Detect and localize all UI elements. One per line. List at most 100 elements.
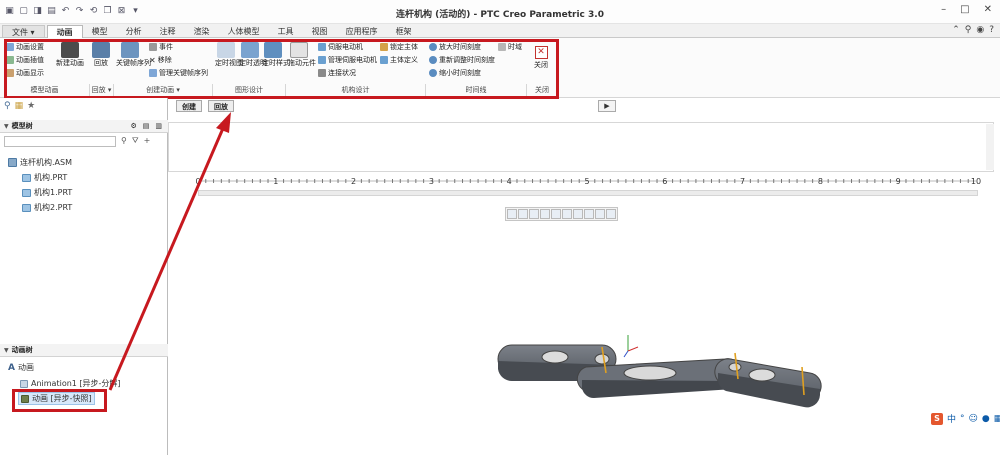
create-button[interactable]: 创建: [176, 100, 202, 112]
servo-icon: [318, 43, 326, 51]
spin-center-icon[interactable]: [595, 209, 605, 219]
tab-animation[interactable]: 动画: [46, 25, 83, 38]
anim-tree-header[interactable]: ▼ 动画树: [0, 344, 168, 357]
punctuation-icon[interactable]: °: [960, 414, 965, 424]
zoom-in-icon[interactable]: [518, 209, 528, 219]
tab-analysis[interactable]: 分析: [117, 25, 151, 38]
timeline-area: 创建 回放 ▶ 0 1 2 3 4 5 6 7 8 9 10: [168, 98, 1000, 201]
timeline-panel: [168, 122, 994, 172]
repaint-icon[interactable]: [540, 209, 550, 219]
tab-view[interactable]: 视图: [303, 25, 337, 38]
snapshot-highlight-box: [12, 389, 107, 412]
drag-component-button[interactable]: 拖动元件: [288, 42, 316, 67]
lock-body-button[interactable]: 锁定主体: [380, 42, 418, 52]
display-style-icon[interactable]: [551, 209, 561, 219]
options-icon[interactable]: ◉: [976, 25, 984, 35]
timed-transparency-button[interactable]: 定时透明: [239, 42, 267, 67]
window-title: 连杆机构 (活动的) - PTC Creo Parametric 3.0: [396, 10, 604, 20]
tree-item-part[interactable]: 机构1.PRT: [22, 187, 72, 198]
manage-servo-icon: [318, 56, 326, 64]
body-definition-button[interactable]: 主体定义: [380, 55, 418, 65]
remove-button[interactable]: ✕ 移除: [149, 55, 172, 65]
timeline-vertical-scrollbar[interactable]: [986, 124, 994, 170]
playback-tab-button[interactable]: 回放: [208, 100, 234, 112]
microphone-icon[interactable]: ●: [982, 414, 990, 424]
readjust-time-button[interactable]: 重新调整时间刻度: [429, 55, 495, 65]
ribbon-panel: 动画设置 动画插值 动画显示 新建动画 回放 关键帧序列 事件 ✕ 移除 管理关键…: [0, 38, 1000, 98]
model-tree-tab-icon[interactable]: ⚲: [4, 101, 11, 111]
anim-tree-root[interactable]: A 动画: [8, 362, 34, 373]
tab-tools[interactable]: 工具: [269, 25, 303, 38]
sogou-logo-icon[interactable]: S: [931, 412, 943, 425]
filter-funnel-icon[interactable]: ⛛: [132, 136, 139, 146]
settings-icon[interactable]: ⚙: [130, 120, 136, 133]
tab-annotate[interactable]: 注释: [151, 25, 185, 38]
filter-icon[interactable]: ▥: [155, 120, 162, 133]
collapse-icon[interactable]: ⌃: [952, 25, 960, 35]
search-icon[interactable]: ⚲: [965, 25, 972, 35]
title-bar: ▣ ▢ ◨ ▤ ↶ ↷ ⟲ ❐ ⊠ ▾ 连杆机构 (活动的) - PTC Cre…: [0, 0, 1000, 24]
timed-style-button[interactable]: 定时样式: [262, 42, 290, 67]
graphics-toolbar: [505, 207, 618, 221]
timeline-horizontal-scrollbar[interactable]: [198, 190, 978, 196]
keyframe-sequence-button[interactable]: 关键帧序列: [116, 42, 151, 67]
anim-tree-item[interactable]: Animation1 [异步-分解]: [20, 378, 121, 389]
anim-settings-button[interactable]: 动画设置: [6, 42, 44, 52]
find-icon[interactable]: ⚲: [121, 136, 127, 146]
timed-style-icon: [264, 42, 282, 58]
favorites-tab-icon[interactable]: ★: [27, 101, 35, 111]
zoom-out-icon[interactable]: [529, 209, 539, 219]
play-button[interactable]: ▶: [598, 100, 616, 112]
view-manager-icon[interactable]: [573, 209, 583, 219]
zoom-in-time-button[interactable]: 放大时间刻度: [429, 42, 481, 52]
animation-root-icon: A: [8, 362, 15, 373]
datum-display-icon[interactable]: [584, 209, 594, 219]
timed-view-button[interactable]: 定时视图: [215, 42, 243, 67]
file-menu[interactable]: 文件 ▾: [2, 25, 45, 38]
connect-status-button[interactable]: 连接状况: [318, 68, 356, 78]
new-animation-button[interactable]: 新建动画: [53, 42, 87, 67]
lock-icon: [380, 43, 388, 51]
tab-model[interactable]: 模型: [83, 25, 117, 38]
hand-icon: [290, 42, 308, 58]
help-icon[interactable]: ?: [989, 25, 994, 35]
folder-tab-icon[interactable]: ▦: [15, 101, 24, 111]
ime-language[interactable]: 中: [947, 412, 956, 425]
tree-item-part[interactable]: 机构.PRT: [22, 172, 67, 183]
close-button[interactable]: ✕ 关闭: [530, 46, 552, 69]
connect-icon: [318, 69, 326, 77]
anim-interp-button[interactable]: 动画插值: [6, 55, 44, 65]
event-button[interactable]: 事件: [149, 42, 173, 52]
ruler-label: 1: [273, 177, 278, 186]
collapse-triangle-icon: ▼: [4, 123, 9, 130]
tree-item-part[interactable]: 机构2.PRT: [22, 202, 72, 213]
ribbon-tabs: 文件 ▾ 动画 模型 分析 注释 渲染 人体模型 工具 视图 应用程序 框架 ⌃…: [0, 24, 1000, 38]
maximize-icon[interactable]: □: [960, 4, 969, 15]
group-label-timeline: 时间线: [426, 84, 527, 96]
tree-item-assembly[interactable]: 连杆机构.ASM: [8, 157, 72, 168]
timescale-button[interactable]: 时域: [498, 42, 522, 52]
tab-applications[interactable]: 应用程序: [337, 25, 387, 38]
refit-icon[interactable]: [507, 209, 517, 219]
zoom-out-time-button[interactable]: 缩小时间刻度: [429, 68, 481, 78]
playback-button[interactable]: 回放: [90, 42, 112, 67]
tab-framework[interactable]: 框架: [387, 25, 421, 38]
manage-servo-button[interactable]: 管理伺服电动机: [318, 55, 377, 65]
annotation-display-icon[interactable]: [606, 209, 616, 219]
model-tree-header[interactable]: ▼ 模型树 ⚙ ▤ ▥: [0, 120, 168, 133]
servo-motor-button[interactable]: 伺服电动机: [318, 42, 363, 52]
model-tree-search-input[interactable]: [4, 136, 116, 147]
add-icon[interactable]: +: [144, 136, 151, 146]
show-icon[interactable]: ▤: [143, 120, 150, 133]
group-label-mechanism: 机构设计: [286, 84, 426, 96]
saved-views-icon[interactable]: [562, 209, 572, 219]
close-icon[interactable]: ✕: [984, 4, 992, 15]
manage-keyframe-button[interactable]: 管理关键帧序列: [149, 68, 208, 78]
anim-display-button[interactable]: 动画显示: [6, 68, 44, 78]
keyboard-icon[interactable]: ▦: [994, 414, 1000, 424]
readjust-icon: [429, 56, 437, 64]
minimize-icon[interactable]: –: [941, 4, 946, 15]
emoji-icon[interactable]: ☺: [969, 414, 978, 424]
tab-render[interactable]: 渲染: [185, 25, 219, 38]
tab-manikin[interactable]: 人体模型: [219, 25, 269, 38]
